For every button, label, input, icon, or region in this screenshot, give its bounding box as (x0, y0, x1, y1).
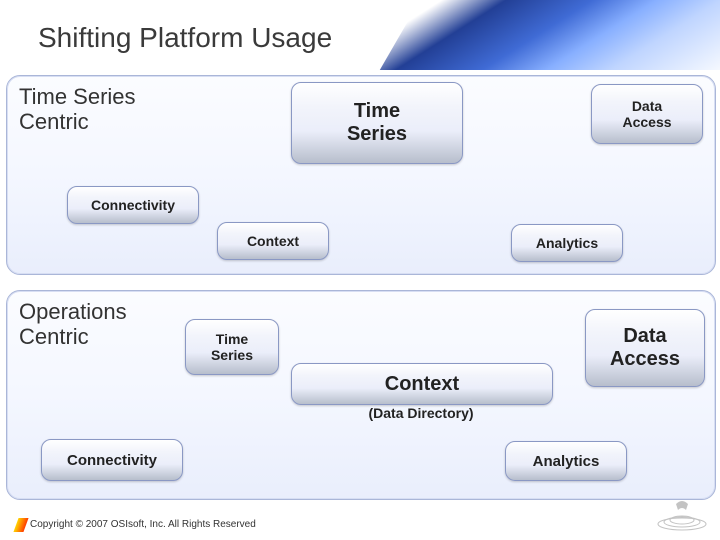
panel-time-series-centric: Time Series Centric Time Series Data Acc… (6, 75, 716, 275)
panel-title-top: Time Series Centric (19, 84, 136, 135)
header-banner (380, 0, 720, 70)
box-context-top: Context (217, 222, 329, 260)
copyright-accent (13, 518, 28, 532)
box-analytics-bottom: Analytics (505, 441, 627, 481)
panel-operations-centric: Operations Centric Time Series Data Acce… (6, 290, 716, 500)
box-time-series-top: Time Series (291, 82, 463, 164)
footer-logo (656, 500, 708, 532)
copyright-text: Copyright © 2007 OSIsoft, Inc. All Right… (30, 519, 256, 530)
box-connectivity-bottom: Connectivity (41, 439, 183, 481)
box-connectivity-top: Connectivity (67, 186, 199, 224)
box-data-access-bottom: Data Access (585, 309, 705, 387)
box-analytics-top: Analytics (511, 224, 623, 262)
context-subtitle: (Data Directory) (291, 405, 551, 421)
box-context-bottom: Context (291, 363, 553, 405)
box-time-series-bottom: Time Series (185, 319, 279, 375)
context-group: Context (Data Directory) (291, 363, 551, 423)
panel-title-bottom: Operations Centric (19, 299, 127, 350)
box-data-access-top: Data Access (591, 84, 703, 144)
slide-title: Shifting Platform Usage (38, 22, 332, 54)
